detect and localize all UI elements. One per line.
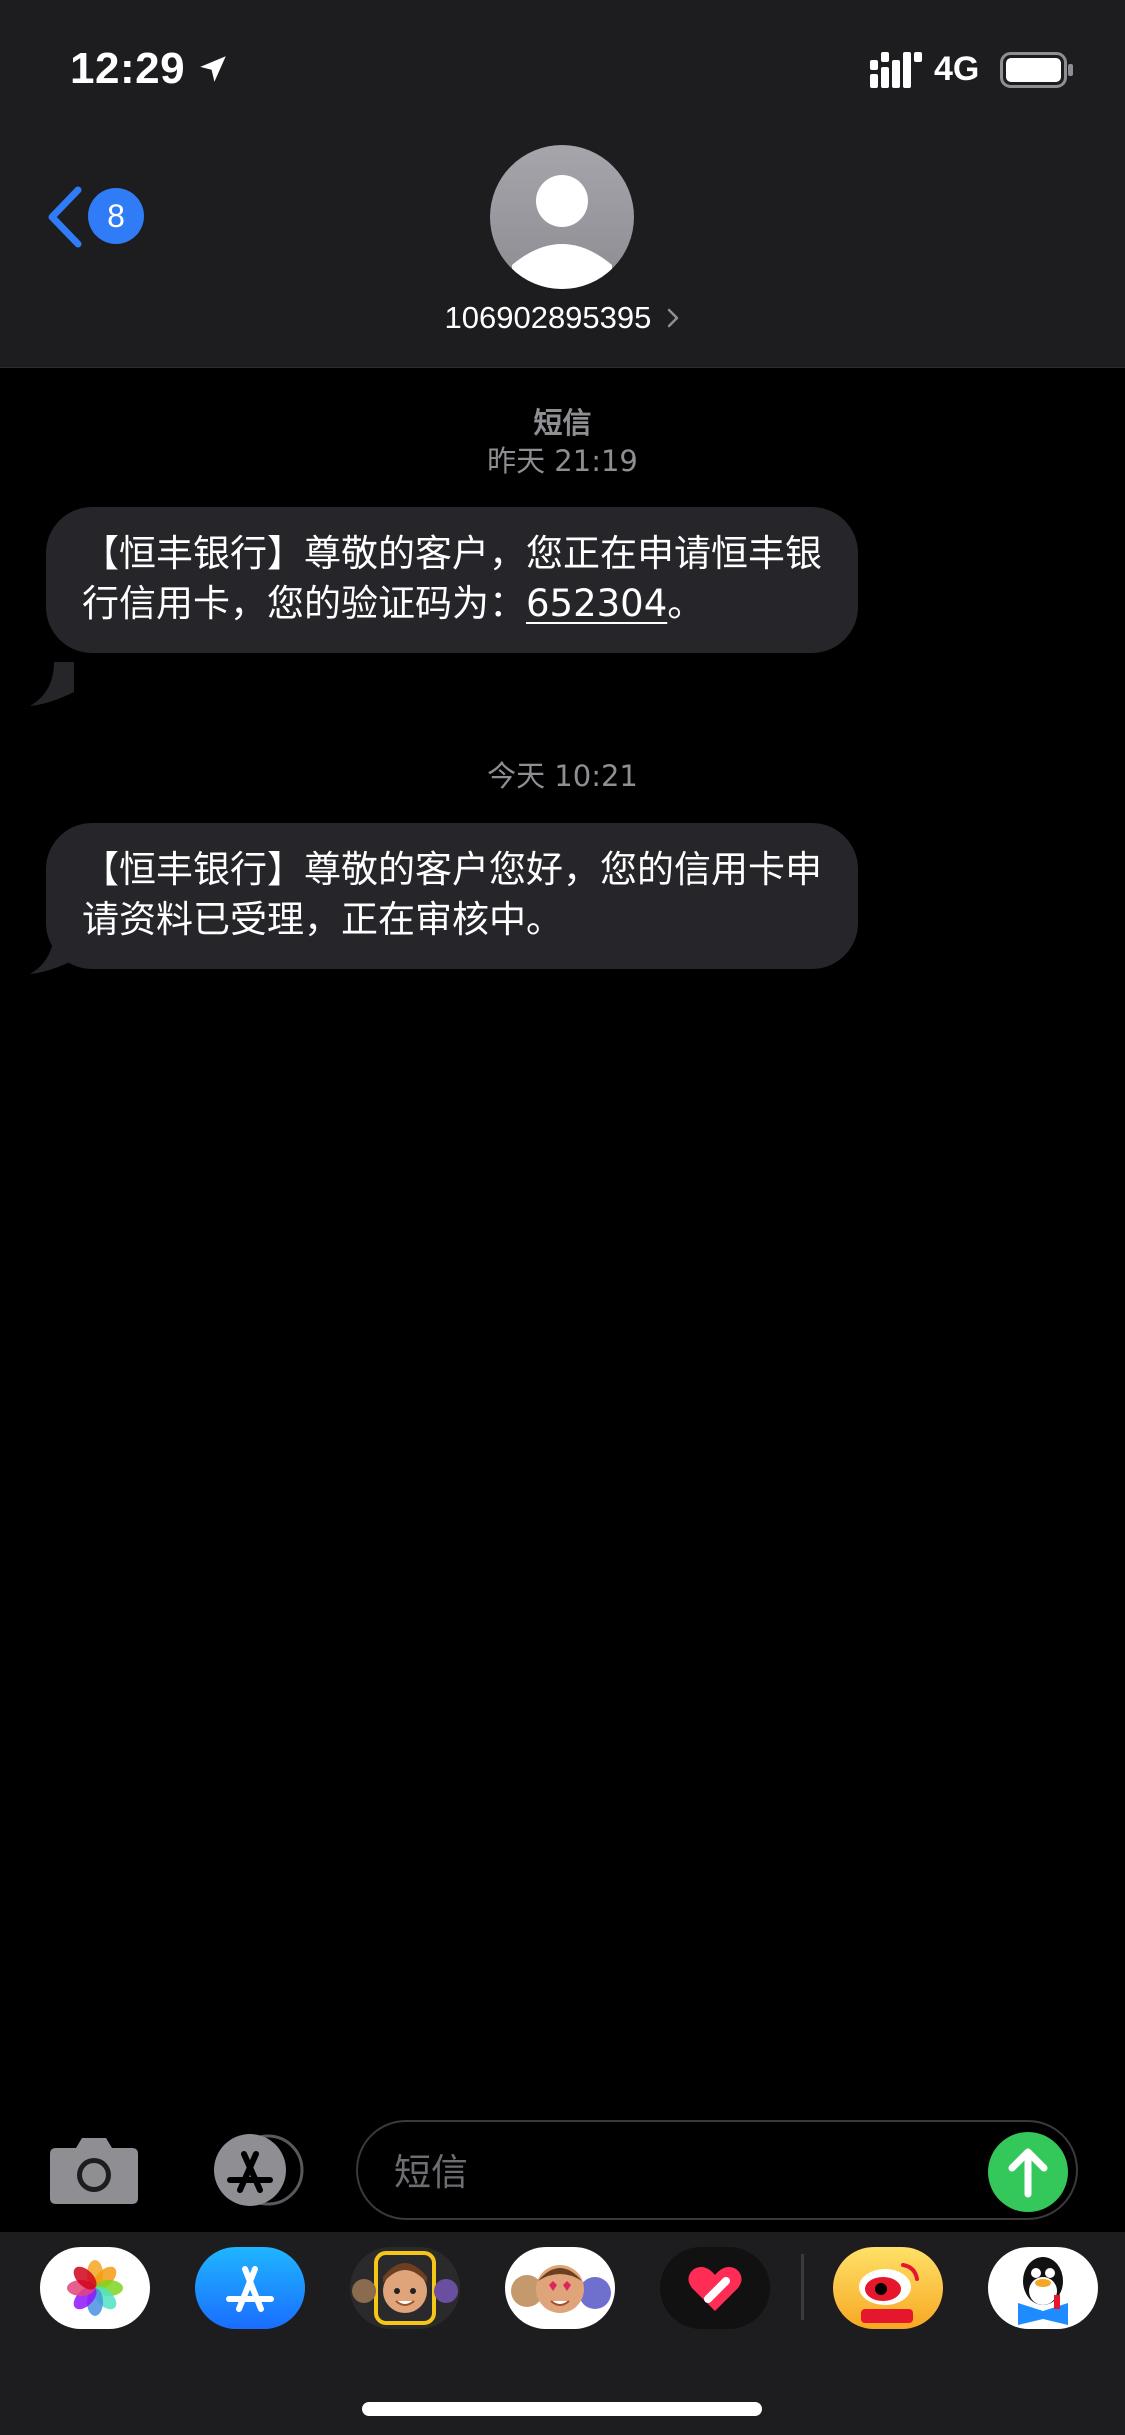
weibo-icon[interactable]: [833, 2247, 943, 2329]
app-store-icon: [214, 2134, 304, 2206]
contact-avatar[interactable]: [490, 145, 634, 289]
contact-number: 106902895395: [444, 300, 652, 335]
message-text: 【恒丰银行】尊敬的客户，您正在申请恒丰银行信用卡，您的验证码为：: [82, 532, 822, 625]
qq-icon[interactable]: [988, 2247, 1098, 2329]
animoji-stickers-icon[interactable]: [505, 2247, 615, 2329]
drawer-divider: [801, 2254, 804, 2320]
location-arrow-icon: [200, 56, 226, 82]
message-time: 今天 10:21: [487, 759, 638, 793]
app-store-glyph-icon: [226, 2266, 274, 2312]
home-indicator[interactable]: [362, 2402, 762, 2416]
unread-count-badge: 8: [88, 188, 144, 244]
contact-details-link[interactable]: 106902895395: [0, 300, 1125, 344]
memoji-face-icon: [352, 2251, 458, 2325]
photos-icon[interactable]: [40, 2247, 150, 2329]
photos-flower-icon: [67, 2260, 123, 2316]
message-text: 【恒丰银行】尊敬的客户您好，您的信用卡申请资料已受理，正在审核中。: [82, 848, 822, 941]
app-store-icon[interactable]: [195, 2247, 305, 2329]
back-button[interactable]: 8: [44, 180, 154, 254]
battery-icon: [1000, 52, 1073, 88]
status-bar: 12:29 4G: [0, 0, 1125, 140]
signal-icon: [870, 52, 922, 88]
verification-code-link[interactable]: 652304: [526, 582, 667, 625]
bubble-tail: [30, 662, 74, 706]
network-type: 4G: [934, 50, 980, 88]
message-input[interactable]: [392, 2142, 972, 2202]
heart-touch-icon: [688, 2267, 742, 2311]
message-bubble[interactable]: 【恒丰银行】尊敬的客户，您正在申请恒丰银行信用卡，您的验证码为：652304。: [46, 507, 858, 653]
digital-touch-icon[interactable]: [660, 2247, 770, 2329]
message-timestamp: 短信 昨天 21:19: [0, 404, 1125, 480]
camera-icon: [50, 2138, 138, 2204]
message-time: 昨天 21:19: [487, 444, 638, 478]
sticker-face-icon: [511, 2265, 611, 2313]
avatar-icon: [512, 175, 612, 289]
app-store-button[interactable]: [200, 2132, 310, 2208]
message-bubble[interactable]: 【恒丰银行】尊敬的客户您好，您的信用卡申请资料已受理，正在审核中。: [46, 823, 858, 969]
conversation-header: 12:29 4G 8 106902895395: [0, 0, 1125, 368]
message-input-container[interactable]: [356, 2120, 1078, 2220]
message-text-end: 。: [667, 582, 705, 625]
message-service-label: 短信: [533, 406, 592, 440]
message-timestamp: 今天 10:21: [0, 757, 1125, 795]
send-arrow-icon: [1008, 2148, 1048, 2198]
status-time: 12:29: [70, 44, 186, 93]
weibo-eye-icon: [859, 2263, 919, 2323]
send-button[interactable]: [988, 2132, 1068, 2212]
qq-penguin-icon: [1018, 2257, 1068, 2325]
chevron-right-icon: [668, 308, 679, 328]
back-chevron-icon: [48, 186, 82, 248]
camera-button[interactable]: [48, 2134, 140, 2206]
memoji-icon[interactable]: [350, 2247, 460, 2329]
